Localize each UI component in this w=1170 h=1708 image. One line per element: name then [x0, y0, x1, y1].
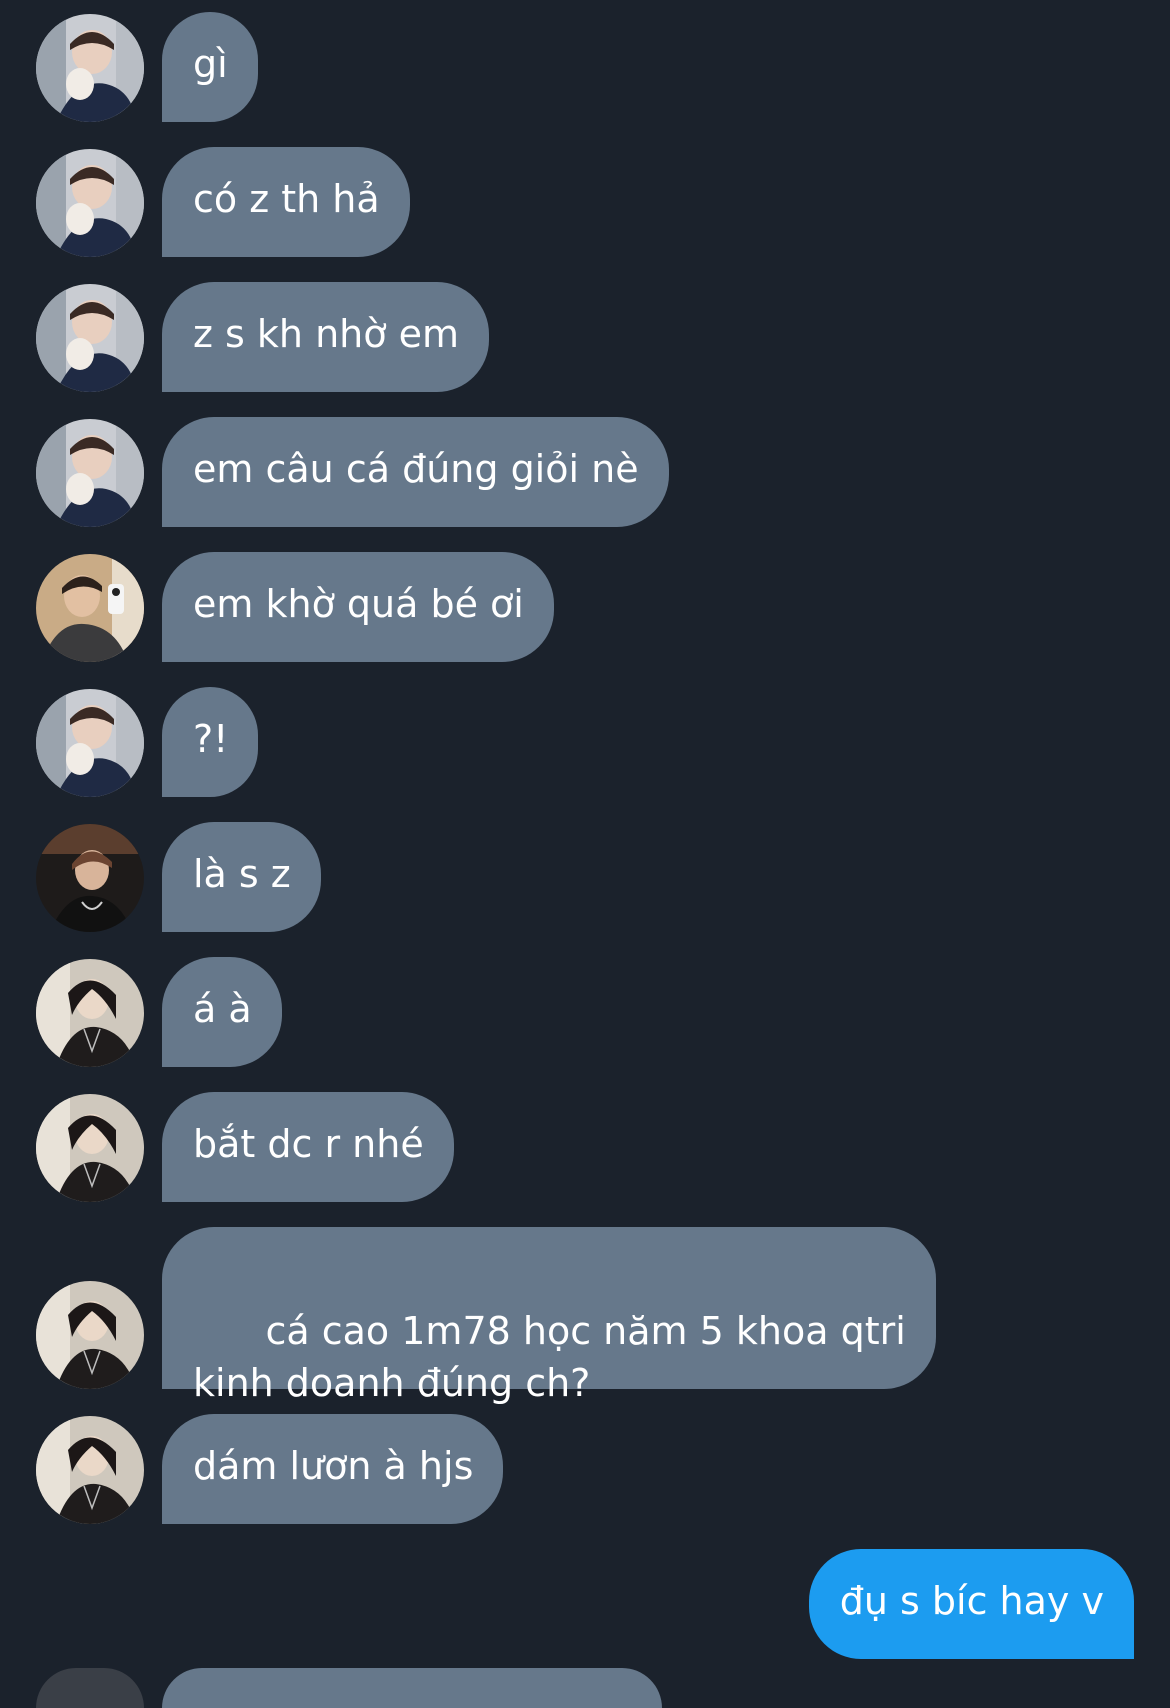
avatar-a-image	[36, 14, 144, 122]
message-bubble[interactable]: gì	[162, 12, 258, 122]
sender-avatar[interactable]	[36, 689, 144, 797]
message-text: cá cao 1m78 học năm 5 khoa qtri kinh doa…	[193, 1309, 906, 1405]
sender-avatar[interactable]	[36, 14, 144, 122]
message-bubble[interactable]: z s kh nhờ em	[162, 282, 489, 392]
sender-avatar[interactable]	[36, 1416, 144, 1524]
message-bubble[interactable]: là s z	[162, 822, 321, 932]
message-bubble[interactable]: ?!	[162, 687, 259, 797]
avatar-d-image	[36, 959, 144, 1067]
message-text: dám lươn à hjs	[193, 1444, 474, 1488]
message-bubble[interactable]: á à	[162, 957, 282, 1067]
chat-thread: gì có z th hả z s kh nhờ em em câu cá đú…	[0, 0, 1170, 1708]
sender-avatar[interactable]	[36, 419, 144, 527]
sender-avatar[interactable]	[36, 149, 144, 257]
message-bubble[interactable]: em câu cá đúng giỏi nè	[162, 417, 669, 527]
message-text: đụ s bíc hay v	[839, 1579, 1104, 1623]
message-text: là s z	[193, 852, 291, 896]
message-bubble[interactable]: cá cao 1m78 học năm 5 khoa qtri kinh doa…	[162, 1227, 936, 1405]
message-text: bắt dc r nhé	[193, 1122, 424, 1166]
sender-avatar-partial[interactable]	[36, 1668, 144, 1708]
avatar-d-image	[36, 1416, 144, 1524]
avatar-a-image	[36, 419, 144, 527]
sender-avatar[interactable]	[36, 959, 144, 1067]
message-text: á à	[193, 987, 252, 1031]
avatar-a-image	[36, 284, 144, 392]
sender-avatar[interactable]	[36, 284, 144, 392]
message-text: có z th hả	[193, 177, 380, 221]
avatar-d-image	[36, 1281, 144, 1389]
message-bubble[interactable]: có z th hả	[162, 147, 410, 257]
sender-avatar[interactable]	[36, 1094, 144, 1202]
message-text: em khờ quá bé ơi	[193, 582, 524, 626]
message-bubble[interactable]: dám lươn à hjs	[162, 1414, 504, 1524]
message-text: em câu cá đúng giỏi nè	[193, 447, 639, 491]
sender-avatar[interactable]	[36, 824, 144, 932]
message-text: z s kh nhờ em	[193, 312, 459, 356]
avatar-d-image	[36, 1094, 144, 1202]
message-text: gì	[193, 42, 228, 86]
message-text: ?!	[193, 717, 229, 761]
message-bubble[interactable]: bắt dc r nhé	[162, 1092, 454, 1202]
sender-avatar[interactable]	[36, 1281, 144, 1389]
avatar-a-image	[36, 149, 144, 257]
message-bubble[interactable]: em khờ quá bé ơi	[162, 552, 554, 662]
message-bubble-partial[interactable]	[162, 1668, 662, 1708]
sender-avatar[interactable]	[36, 554, 144, 662]
avatar-a-image	[36, 689, 144, 797]
avatar-c-image	[36, 824, 144, 932]
avatar-b-image	[36, 554, 144, 662]
message-bubble-outgoing[interactable]: đụ s bíc hay v	[808, 1549, 1134, 1659]
